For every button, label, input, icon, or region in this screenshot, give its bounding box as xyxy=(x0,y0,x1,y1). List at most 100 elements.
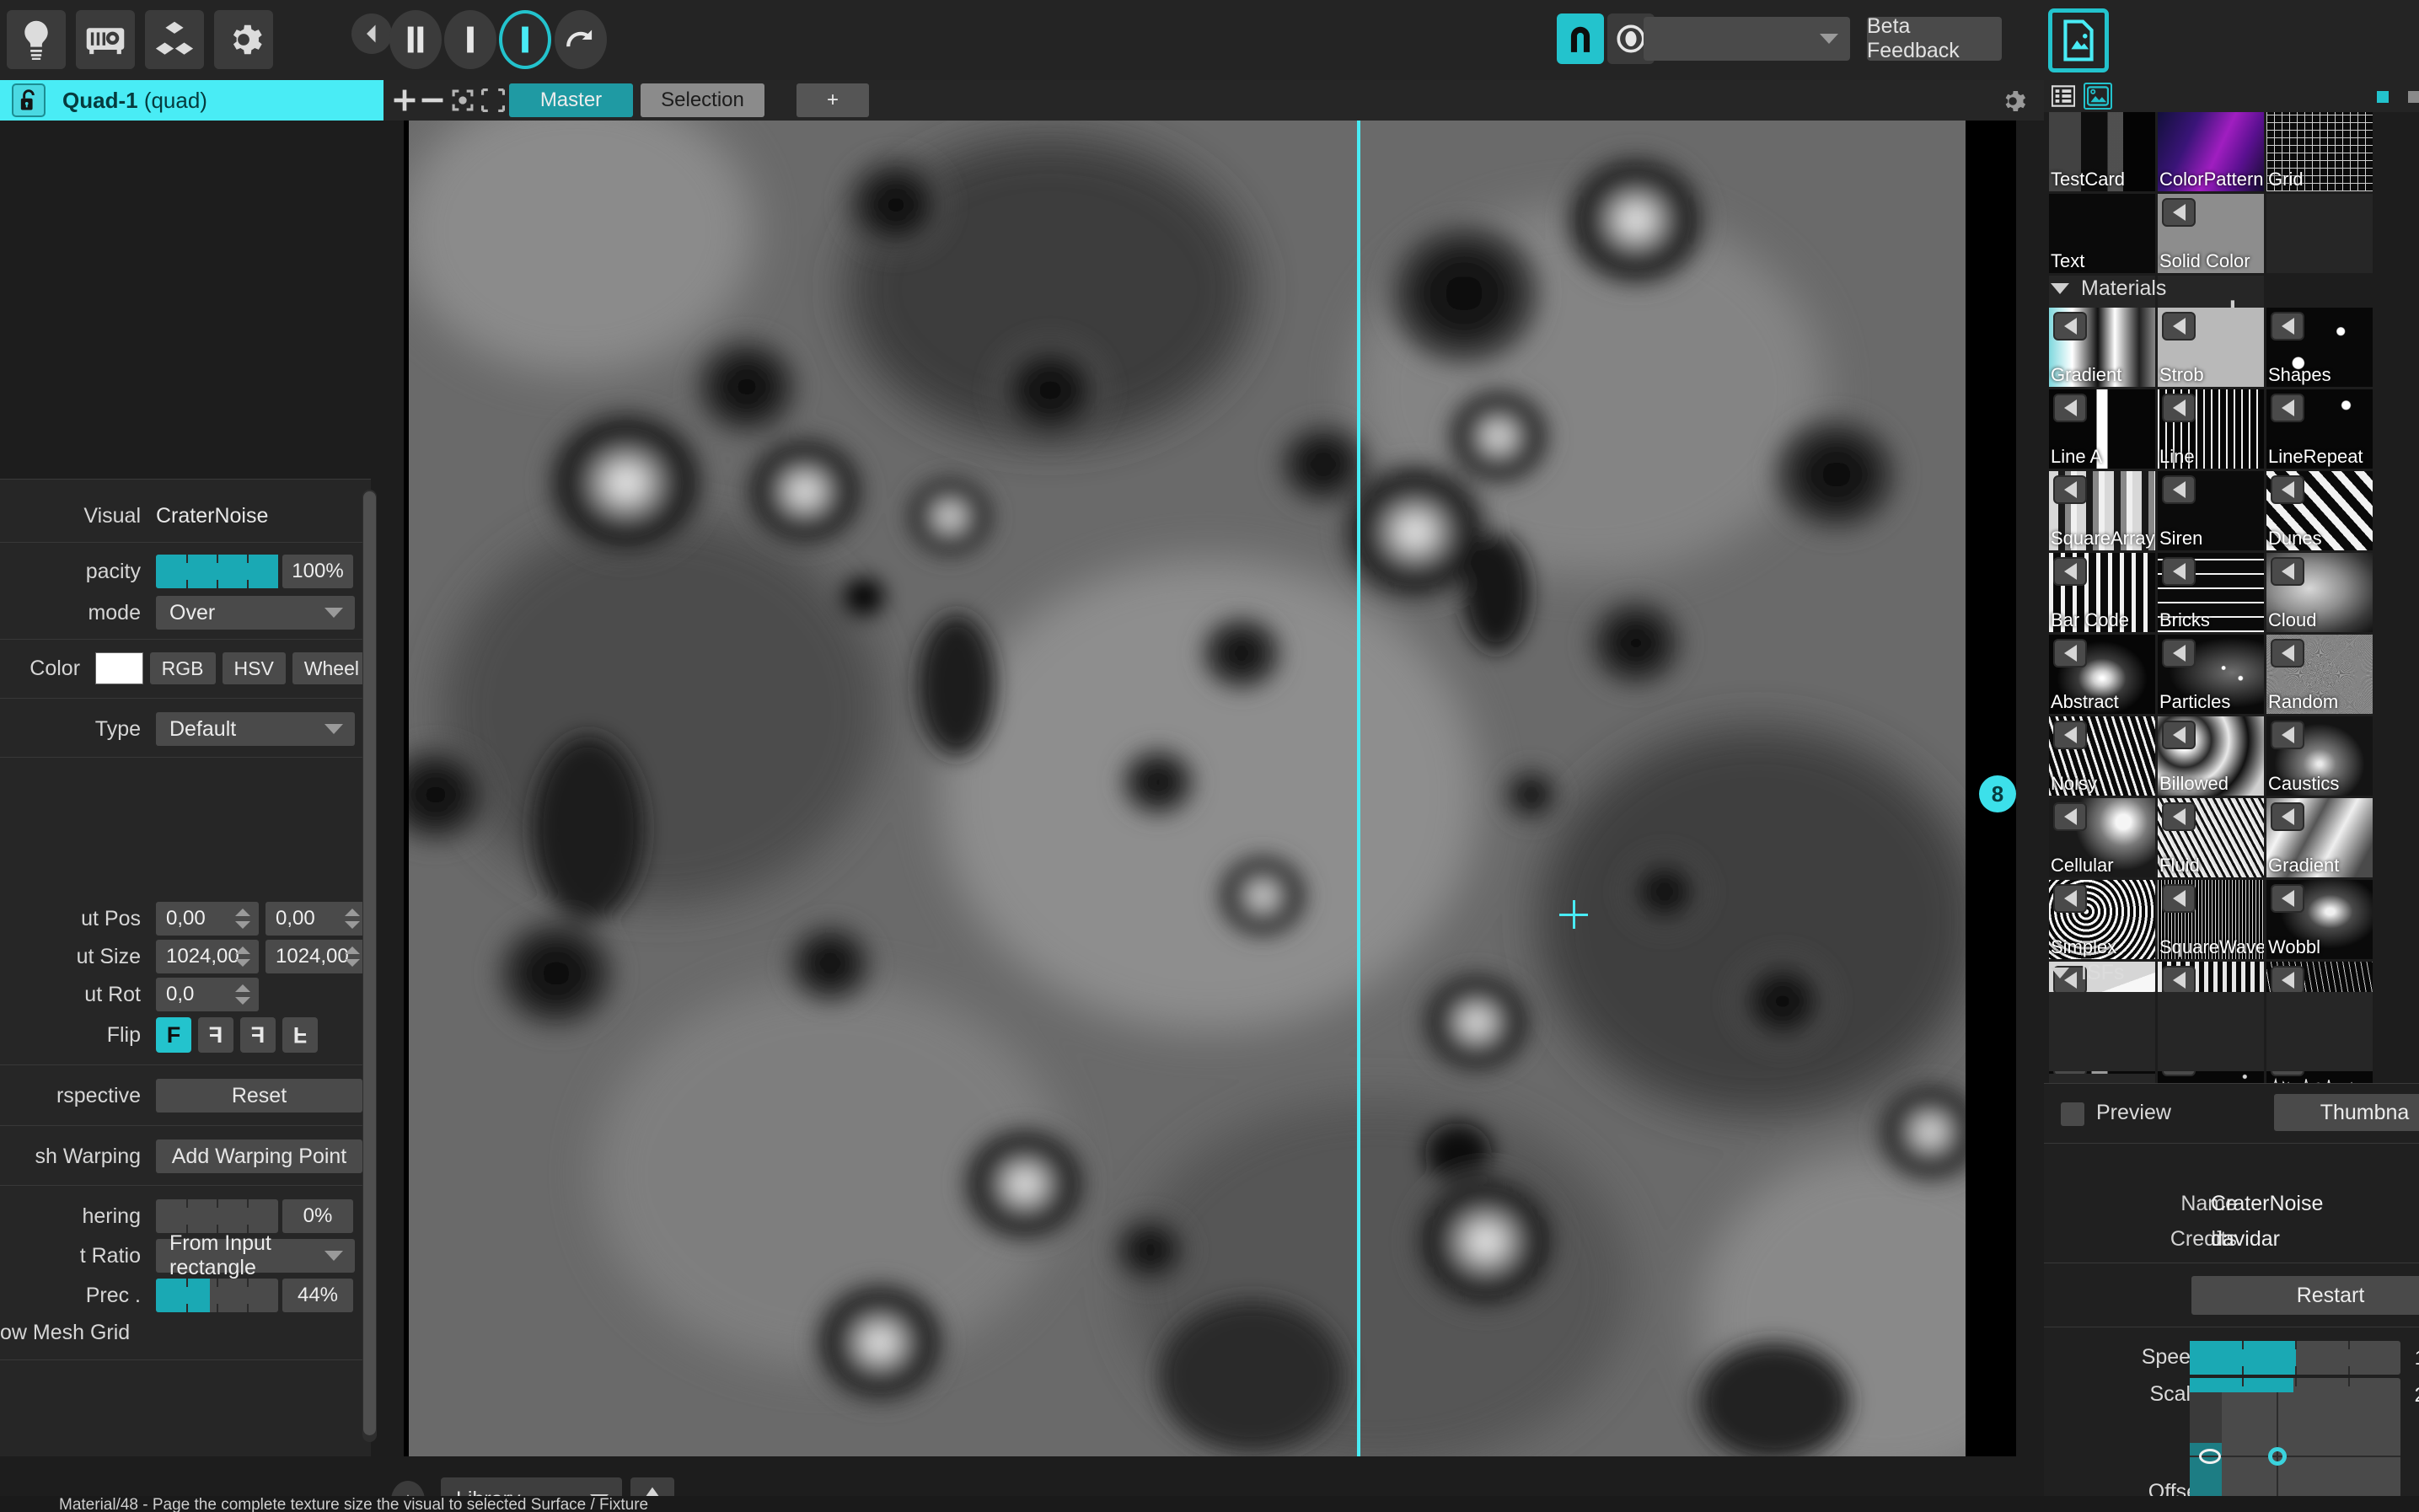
library-item-colorpattern[interactable]: ColorPattern xyxy=(2158,112,2264,191)
library-item-strob[interactable]: Strob xyxy=(2158,308,2264,387)
library-item-random[interactable]: Random xyxy=(2266,635,2373,714)
media-document-icon[interactable] xyxy=(2048,8,2109,72)
speed-slider[interactable]: 1 xyxy=(2190,1341,2419,1375)
library-item-gradient[interactable]: Gradient xyxy=(2049,308,2155,387)
library-item-billowed[interactable]: Billowed xyxy=(2158,716,2264,796)
fit-icon[interactable] xyxy=(450,88,475,113)
play-overlay-icon[interactable] xyxy=(2271,557,2304,586)
blocks-icon[interactable] xyxy=(145,10,204,69)
library-item-wobbl[interactable]: Wobbl xyxy=(2266,880,2373,959)
list-view-icon[interactable] xyxy=(2049,83,2078,110)
color-swatch[interactable] xyxy=(95,652,143,684)
play-overlay-icon[interactable] xyxy=(2271,966,2304,995)
tab-settings-gear-icon[interactable] xyxy=(1999,88,2026,115)
section-isfs[interactable]: ISFs xyxy=(2051,961,2124,985)
offset-y-knob[interactable] xyxy=(2199,1449,2221,1464)
opacity-slider[interactable] xyxy=(156,555,278,588)
preview-checkbox[interactable] xyxy=(2061,1102,2084,1126)
library-item-siren[interactable]: Siren xyxy=(2158,471,2264,550)
stop-button[interactable] xyxy=(444,10,496,69)
library-item-bricks[interactable]: Bricks xyxy=(2158,553,2264,632)
play-overlay-icon[interactable] xyxy=(2271,475,2304,504)
thumbnail-button[interactable]: Thumbna xyxy=(2274,1094,2419,1131)
tab-selection[interactable]: Selection xyxy=(641,83,764,117)
loop-button[interactable] xyxy=(555,10,607,69)
tab-master[interactable]: Master xyxy=(509,83,633,117)
play-overlay-icon[interactable] xyxy=(2271,802,2304,831)
offset-xy-pad[interactable] xyxy=(2190,1392,2400,1512)
offset-xy-knob[interactable] xyxy=(2268,1447,2287,1466)
blend-mode-combo[interactable]: Over xyxy=(156,596,355,630)
play-overlay-icon[interactable] xyxy=(2053,884,2087,913)
plus-icon[interactable] xyxy=(392,88,417,113)
library-item-simplex[interactable]: Simplex xyxy=(2049,880,2155,959)
preset-combo[interactable] xyxy=(1644,17,1850,61)
pause-button[interactable] xyxy=(389,10,442,69)
quad-name-chip[interactable]: Quad-1 (quad) xyxy=(0,80,384,121)
play-overlay-icon[interactable] xyxy=(2162,557,2196,586)
isf-item-empty[interactable] xyxy=(2158,992,2264,1071)
section-materials[interactable]: Materials xyxy=(2051,276,2166,301)
bulb-icon[interactable] xyxy=(7,10,66,69)
wheel-button[interactable]: Wheel xyxy=(292,652,371,684)
show-mesh-grid-label[interactable]: ow Mesh Grid xyxy=(0,1321,270,1345)
play-overlay-icon[interactable] xyxy=(2162,639,2196,668)
flip-horizontal-button[interactable]: F xyxy=(198,1017,233,1053)
library-item-shapes[interactable]: Shapes xyxy=(2266,308,2373,387)
library-item-gradient[interactable]: Gradient xyxy=(2266,798,2373,877)
play-button[interactable] xyxy=(499,10,551,69)
properties-scrollbar-thumb[interactable] xyxy=(363,491,376,1435)
library-item-squarearray[interactable]: SquareArray xyxy=(2049,471,2155,550)
input-size-w[interactable]: 1024,00 xyxy=(156,940,259,973)
library-item-bar-code[interactable]: Bar Code xyxy=(2049,553,2155,632)
library-item-cellular[interactable]: Cellular xyxy=(2049,798,2155,877)
fx-type-combo[interactable]: Default xyxy=(156,712,355,746)
tab-add[interactable]: + xyxy=(796,83,869,117)
play-overlay-icon[interactable] xyxy=(2053,721,2087,749)
lock-open-icon[interactable] xyxy=(12,83,46,117)
projector-icon[interactable] xyxy=(76,10,135,69)
feathering-slider[interactable] xyxy=(156,1199,278,1233)
minus-icon[interactable] xyxy=(420,88,445,113)
input-size-h[interactable]: 1024,00 xyxy=(266,940,368,973)
library-item-abstract[interactable]: Abstract xyxy=(2049,635,2155,714)
play-overlay-icon[interactable] xyxy=(2053,639,2087,668)
gear-icon[interactable] xyxy=(214,10,273,69)
select-icon[interactable] xyxy=(480,88,506,113)
library-item-dunes[interactable]: Dunes xyxy=(2266,471,2373,550)
feathering-value[interactable]: 0% xyxy=(282,1199,353,1233)
play-overlay-icon[interactable] xyxy=(2162,802,2196,831)
library-item-empty[interactable] xyxy=(2266,194,2373,273)
flip-both-button[interactable]: F xyxy=(282,1017,318,1053)
play-overlay-icon[interactable] xyxy=(2053,802,2087,831)
play-overlay-icon[interactable] xyxy=(2162,198,2196,227)
library-item-caustics[interactable]: Caustics xyxy=(2266,716,2373,796)
perspective-reset-button[interactable]: Reset xyxy=(156,1079,362,1113)
rgb-button[interactable]: RGB xyxy=(149,652,216,684)
library-item-linerepeat[interactable]: LineRepeat xyxy=(2266,389,2373,469)
isf-item-empty[interactable] xyxy=(2049,992,2155,1071)
mesh-precision-value[interactable]: 44% xyxy=(282,1279,353,1312)
isf-item-empty[interactable] xyxy=(2266,992,2373,1071)
aspect-ratio-combo[interactable]: From Input rectangle xyxy=(156,1231,355,1279)
library-item-particles[interactable]: Particles xyxy=(2158,635,2264,714)
play-overlay-icon[interactable] xyxy=(2053,557,2087,586)
play-overlay-icon[interactable] xyxy=(2271,394,2304,422)
library-item-line-a[interactable]: Line A xyxy=(2049,389,2155,469)
play-overlay-icon[interactable] xyxy=(2162,884,2196,913)
input-pos-x[interactable]: 0,00 xyxy=(156,902,259,936)
library-item-text[interactable]: Text xyxy=(2049,194,2155,273)
play-overlay-icon[interactable] xyxy=(2271,639,2304,668)
play-overlay-icon[interactable] xyxy=(2162,966,2196,995)
play-overlay-icon[interactable] xyxy=(2053,475,2087,504)
library-item-cloud[interactable]: Cloud xyxy=(2266,553,2373,632)
play-overlay-icon[interactable] xyxy=(2053,394,2087,422)
magnet-icon[interactable] xyxy=(1557,13,1604,64)
input-rot-field[interactable]: 0,0 xyxy=(156,978,259,1011)
collapse-panel-button[interactable] xyxy=(351,13,392,54)
library-item-line[interactable]: Line xyxy=(2158,389,2264,469)
play-overlay-icon[interactable] xyxy=(2162,394,2196,422)
layer-count-handle[interactable]: 8 xyxy=(1979,775,2016,812)
add-warping-point-button[interactable]: Add Warping Point xyxy=(156,1139,362,1173)
play-overlay-icon[interactable] xyxy=(2162,312,2196,340)
